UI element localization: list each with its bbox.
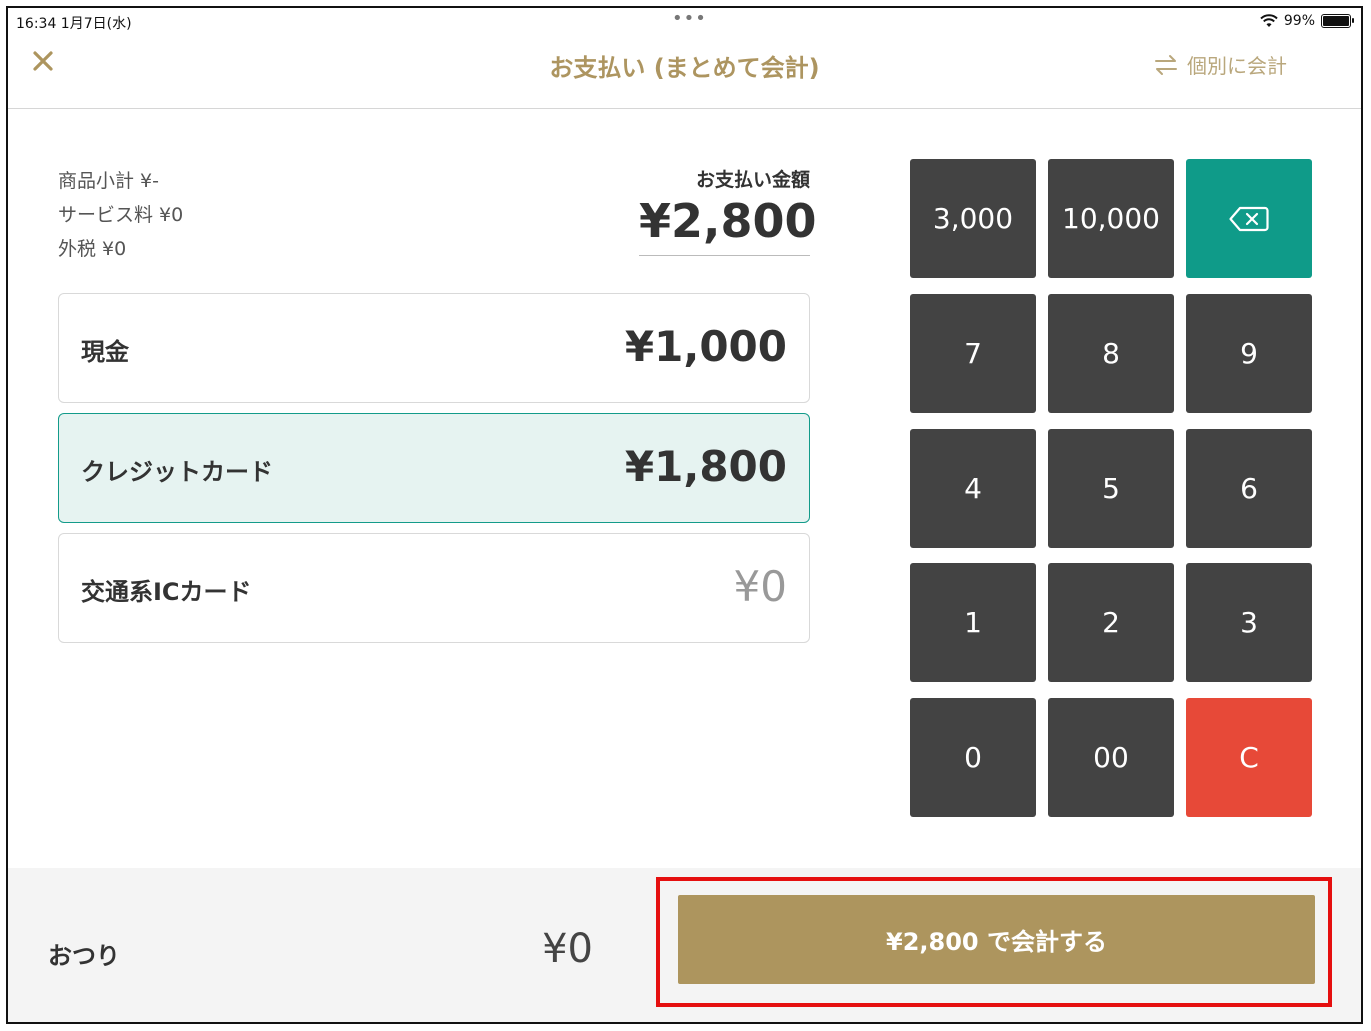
method-amount: ¥0 <box>733 562 787 611</box>
status-right: 99% <box>1260 13 1354 29</box>
subtotal-text: 商品小計 ¥- <box>58 170 159 192</box>
app-screen: 16:34 1月7日(水) ••• 99% お支払い (まとめて会計) 個別に会… <box>6 6 1363 1024</box>
backspace-key[interactable] <box>1186 159 1312 278</box>
method-cash[interactable]: 現金 ¥1,000 <box>58 293 810 403</box>
method-amount: ¥1,000 <box>624 322 787 371</box>
status-time: 16:34 1月7日(水) <box>16 16 132 32</box>
key-5[interactable]: 5 <box>1048 429 1174 548</box>
method-transit-ic-card[interactable]: 交通系ICカード ¥0 <box>58 533 810 643</box>
clear-key[interactable]: C <box>1186 698 1312 817</box>
battery-icon <box>1321 14 1354 28</box>
payment-amount-label: お支払い金額 <box>695 169 810 191</box>
service-fee-text: サービス料 ¥0 <box>58 204 184 226</box>
multitask-dots[interactable]: ••• <box>672 8 707 29</box>
key-3000[interactable]: 3,000 <box>910 159 1036 278</box>
key-00[interactable]: 00 <box>1048 698 1174 817</box>
key-4[interactable]: 4 <box>910 429 1036 548</box>
method-credit-card[interactable]: クレジットカード ¥1,800 <box>58 413 810 523</box>
swap-arrows-icon <box>1155 54 1177 75</box>
status-bar: 16:34 1月7日(水) ••• 99% <box>8 8 1361 34</box>
payment-amount-value: ¥2,800 <box>639 194 817 256</box>
key-2[interactable]: 2 <box>1048 563 1174 682</box>
backspace-icon <box>1229 206 1269 231</box>
key-6[interactable]: 6 <box>1186 429 1312 548</box>
key-7[interactable]: 7 <box>910 294 1036 413</box>
order-summary: 商品小計 ¥- サービス料 ¥0 外税 ¥0 <box>58 164 183 266</box>
key-0[interactable]: 0 <box>910 698 1036 817</box>
wifi-icon <box>1260 14 1278 27</box>
battery-percent: 99% <box>1283 13 1315 29</box>
method-label: クレジットカード <box>81 458 273 486</box>
key-10000[interactable]: 10,000 <box>1048 159 1174 278</box>
key-1[interactable]: 1 <box>910 563 1036 682</box>
highlight-box <box>656 877 1332 1007</box>
method-label: 現金 <box>81 338 129 366</box>
method-label: 交通系ICカード <box>81 578 252 606</box>
key-3[interactable]: 3 <box>1186 563 1312 682</box>
split-payment-label: 個別に会計 <box>1187 54 1287 78</box>
change-label: おつり <box>48 942 120 970</box>
split-payment-button[interactable]: 個別に会計 <box>1153 50 1287 79</box>
method-amount: ¥1,800 <box>624 442 787 491</box>
key-8[interactable]: 8 <box>1048 294 1174 413</box>
key-9[interactable]: 9 <box>1186 294 1312 413</box>
tax-text: 外税 ¥0 <box>58 238 127 260</box>
change-value: ¥0 <box>542 926 593 972</box>
nav-bar: お支払い (まとめて会計) 個別に会計 <box>8 34 1361 109</box>
